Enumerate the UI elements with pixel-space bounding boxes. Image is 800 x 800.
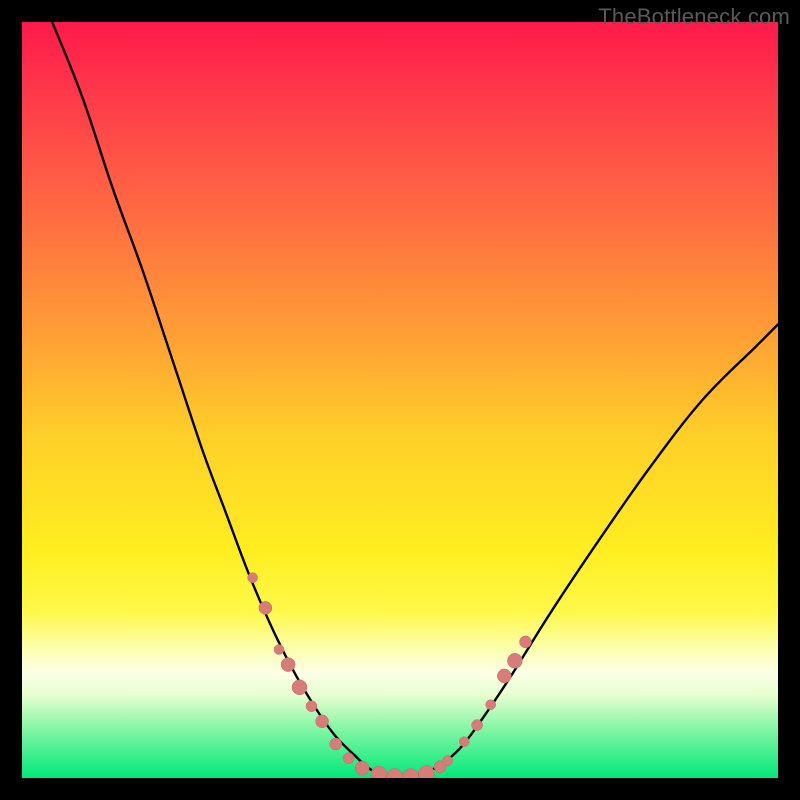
curve-marker bbox=[443, 756, 453, 766]
curve-marker bbox=[248, 573, 258, 583]
chart-frame: TheBottleneck.com bbox=[0, 0, 800, 800]
curve-marker bbox=[371, 766, 387, 778]
curve-marker bbox=[355, 761, 369, 775]
curve-marker bbox=[292, 680, 307, 695]
curve-marker bbox=[387, 769, 403, 779]
curve-marker bbox=[497, 669, 511, 683]
bottleneck-curve bbox=[52, 22, 778, 778]
curve-marker bbox=[459, 737, 469, 747]
curve-marker bbox=[472, 720, 483, 731]
curve-marker bbox=[403, 769, 419, 779]
curve-marker bbox=[316, 715, 329, 728]
curve-marker bbox=[486, 700, 496, 710]
curve-marker bbox=[306, 701, 317, 712]
curve-marker bbox=[507, 653, 522, 668]
plot-area bbox=[22, 22, 778, 778]
curve-marker bbox=[419, 766, 435, 779]
curve-marker bbox=[274, 645, 284, 655]
curve-markers bbox=[248, 573, 532, 778]
curve-marker bbox=[330, 738, 342, 750]
curve-layer bbox=[22, 22, 778, 778]
curve-marker bbox=[259, 601, 272, 614]
curve-marker bbox=[281, 658, 295, 672]
curve-marker bbox=[520, 636, 532, 648]
curve-marker bbox=[343, 753, 354, 764]
watermark-text: TheBottleneck.com bbox=[598, 4, 790, 30]
